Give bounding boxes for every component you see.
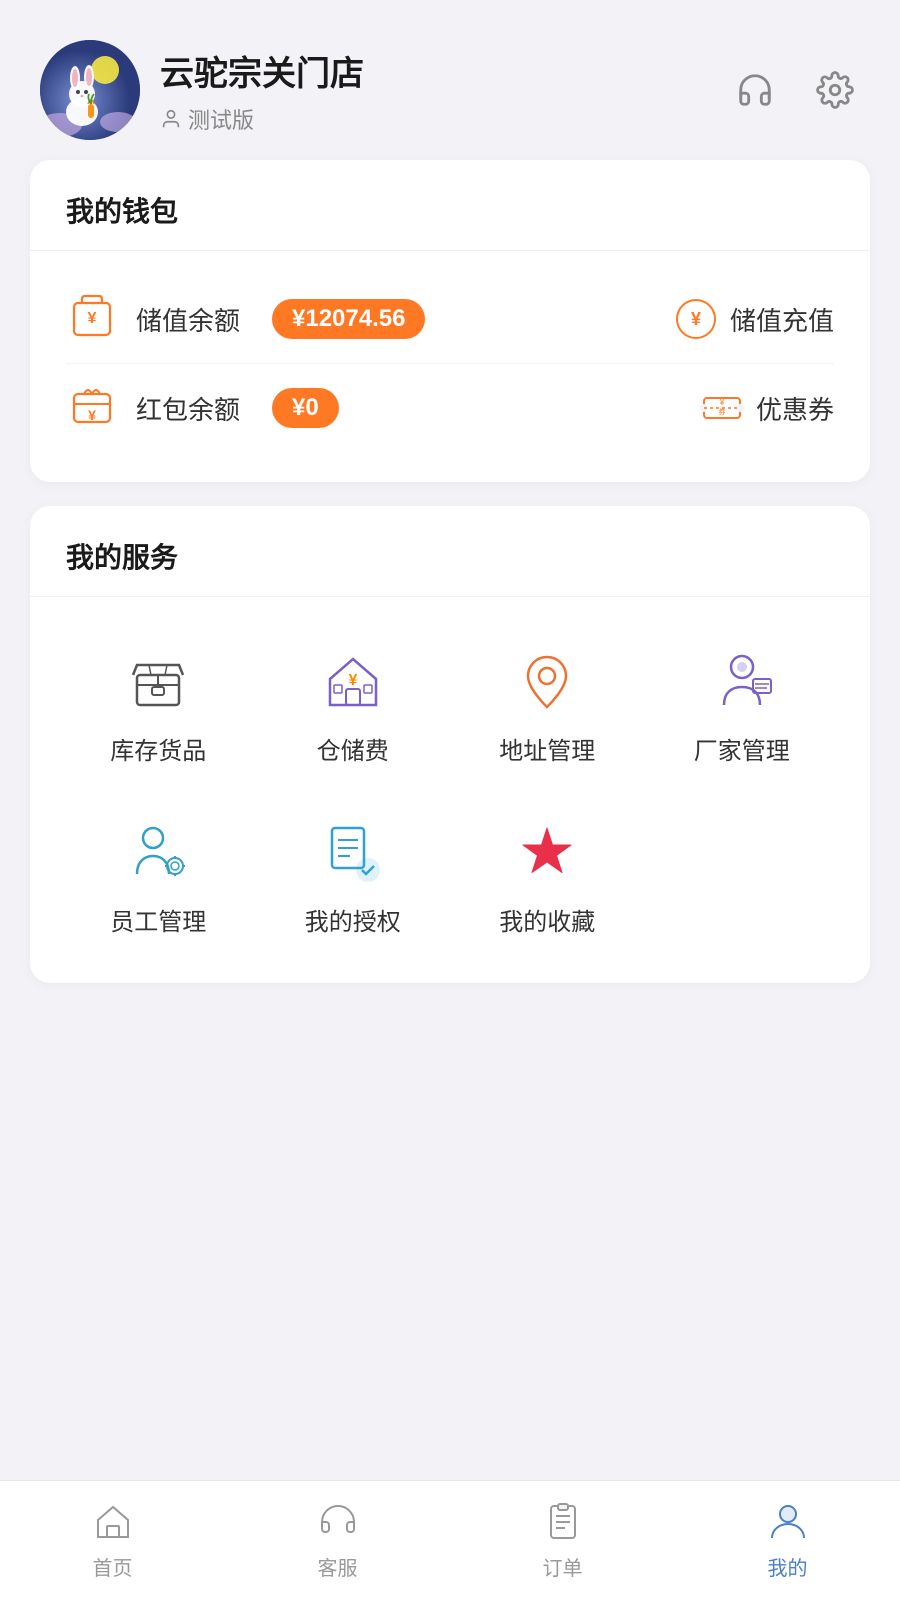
svg-text:¥: ¥	[691, 309, 701, 329]
wallet-row-redpacket: ¥ 红包余额 ¥0 ¥ 券 优惠	[66, 363, 834, 452]
header-info: 云驼宗关门店 测试版	[160, 46, 364, 135]
nav-home[interactable]: 首页	[0, 1490, 225, 1591]
services-title: 我的服务	[66, 536, 834, 576]
svg-text:¥: ¥	[348, 672, 357, 689]
svg-text:¥: ¥	[88, 310, 97, 327]
badge-label: 测试版	[188, 103, 254, 135]
services-divider	[30, 596, 870, 597]
warehouse-icon: ¥	[318, 647, 388, 717]
service-item-favorites[interactable]: 我的收藏	[455, 802, 640, 953]
redpacket-amount: ¥0	[272, 388, 339, 428]
wallet-divider	[30, 250, 870, 251]
nav-home-label: 首页	[93, 1552, 133, 1581]
wallet-card: 我的钱包 ¥ 储值余额 ¥12074.56 ¥ 储值充值	[30, 160, 870, 482]
wallet-row-savings: ¥ 储值余额 ¥12074.56 ¥ 储值充值	[66, 275, 834, 363]
service-label-employee: 员工管理	[110, 902, 206, 937]
coupon-label: 优惠券	[756, 390, 834, 427]
recharge-button[interactable]: ¥ 储值充值	[674, 297, 834, 341]
service-item-warehouse[interactable]: ¥ 仓储费	[261, 631, 446, 782]
avatar	[40, 40, 140, 140]
redpacket-label: 红包余额	[136, 390, 240, 427]
employee-icon	[123, 818, 193, 888]
wallet-left-redpacket: ¥ 红包余额 ¥0	[66, 382, 339, 434]
nav-service-label: 客服	[318, 1552, 358, 1581]
service-item-employee[interactable]: 员工管理	[66, 802, 251, 953]
header: 云驼宗关门店 测试版	[0, 0, 900, 160]
service-label-favorites: 我的收藏	[499, 902, 595, 937]
services-card: 我的服务 库存货品	[30, 506, 870, 983]
service-item-manufacturer[interactable]: 厂家管理	[650, 631, 835, 782]
service-label-warehouse: 仓储费	[317, 731, 389, 766]
header-icons	[730, 65, 860, 115]
savings-label: 储值余额	[136, 301, 240, 338]
service-item-auth[interactable]: 我的授权	[261, 802, 446, 953]
coupon-button[interactable]: ¥ 券 优惠券	[700, 386, 834, 430]
service-item-inventory[interactable]: 库存货品	[66, 631, 251, 782]
service-label-inventory: 库存货品	[110, 731, 206, 766]
manufacturer-icon	[707, 647, 777, 717]
service-label-address: 地址管理	[499, 731, 595, 766]
service-label-manufacturer: 厂家管理	[694, 731, 790, 766]
nav-order[interactable]: 订单	[450, 1490, 675, 1591]
recharge-icon: ¥	[674, 297, 718, 341]
favorites-icon	[512, 818, 582, 888]
inventory-icon	[123, 647, 193, 717]
service-label-auth: 我的授权	[305, 902, 401, 937]
nav-my[interactable]: 我的	[675, 1490, 900, 1591]
recharge-label: 储值充值	[730, 301, 834, 338]
redpacket-icon: ¥	[66, 382, 118, 434]
address-icon	[512, 647, 582, 717]
coupon-icon: ¥ 券	[700, 386, 744, 430]
bottom-nav: 首页 客服 订单	[0, 1480, 900, 1600]
nav-service[interactable]: 客服	[225, 1490, 450, 1591]
svg-text:券: 券	[718, 407, 725, 416]
service-nav-icon	[316, 1500, 360, 1544]
wallet-left-savings: ¥ 储值余额 ¥12074.56	[66, 293, 425, 345]
my-nav-icon	[766, 1500, 810, 1544]
store-name: 云驼宗关门店	[160, 46, 364, 95]
service-item-address[interactable]: 地址管理	[455, 631, 640, 782]
savings-amount: ¥12074.56	[272, 299, 425, 339]
auth-icon	[318, 818, 388, 888]
savings-icon: ¥	[66, 293, 118, 345]
store-badge: 测试版	[160, 103, 364, 135]
nav-my-label: 我的	[768, 1552, 808, 1581]
services-grid: 库存货品 ¥ 仓储费	[66, 621, 834, 953]
svg-text:¥: ¥	[719, 398, 725, 407]
settings-button[interactable]	[810, 65, 860, 115]
header-left: 云驼宗关门店 测试版	[40, 40, 364, 140]
headset-button[interactable]	[730, 65, 780, 115]
nav-order-label: 订单	[543, 1552, 583, 1581]
svg-text:¥: ¥	[88, 407, 96, 423]
home-nav-icon	[91, 1500, 135, 1544]
wallet-title: 我的钱包	[66, 190, 834, 230]
order-nav-icon	[541, 1500, 585, 1544]
